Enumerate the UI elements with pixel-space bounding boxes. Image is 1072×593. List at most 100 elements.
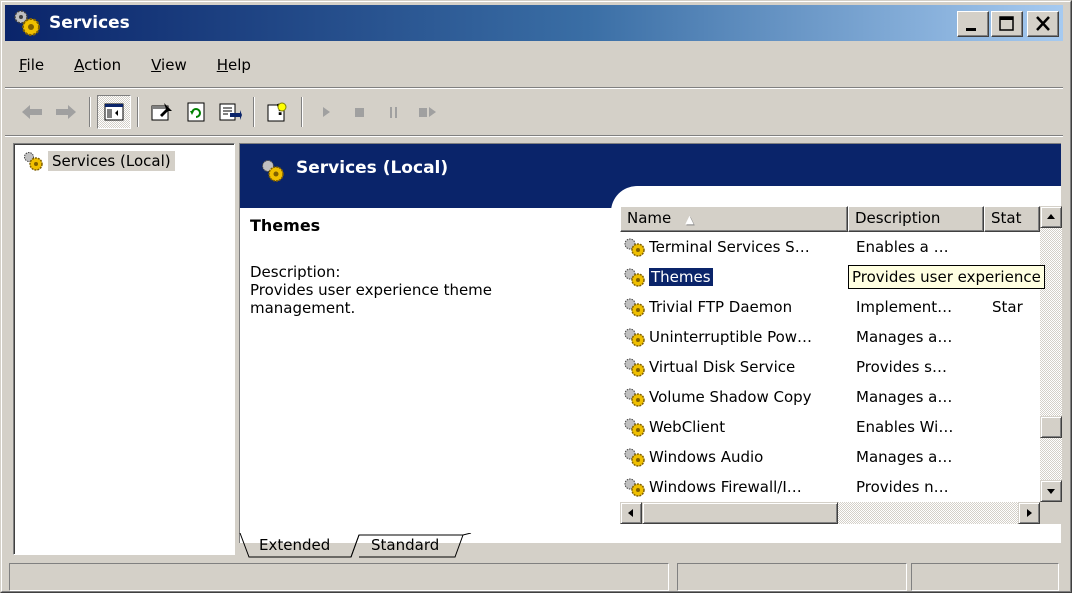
restart-service-icon <box>419 107 436 117</box>
service-name-cell: WebClient <box>620 416 848 438</box>
menu-view[interactable]: View <box>141 56 197 74</box>
service-name-cell: Uninterruptible Pow… <box>620 326 848 348</box>
service-description: Manages a… <box>856 448 953 466</box>
scroll-right-button[interactable] <box>1018 502 1040 524</box>
status-panel-main <box>9 563 669 591</box>
service-gears-icon <box>624 328 645 347</box>
properties-button[interactable] <box>145 95 179 129</box>
scroll-down-arrow-icon <box>1047 489 1055 494</box>
services-gears-icon <box>24 152 43 171</box>
tab-standard[interactable]: Standard <box>371 533 439 558</box>
service-name-cell: Terminal Services S… <box>620 236 848 258</box>
maximize-icon <box>999 16 1014 31</box>
stop-service-button[interactable] <box>343 95 377 129</box>
maximize-button[interactable] <box>991 11 1023 37</box>
refresh-button[interactable] <box>179 95 213 129</box>
list-item[interactable]: Virtual Disk Service Provides s… <box>620 352 1044 382</box>
list-item[interactable]: Terminal Services S… Enables a … <box>620 232 1044 262</box>
description-tooltip: Provides user experience <box>848 265 1045 289</box>
service-name: Terminal Services S… <box>649 238 810 256</box>
menu-help[interactable]: Help <box>207 56 261 74</box>
column-header-description[interactable]: Description <box>848 206 984 232</box>
service-name: WebClient <box>649 418 726 436</box>
toolbar: ? <box>5 91 1063 133</box>
sort-ascending-icon: ▲ <box>685 213 694 226</box>
forward-button[interactable] <box>49 95 83 129</box>
console-tree-pane: Services (Local) <box>13 143 235 555</box>
service-description: Manages a… <box>856 328 953 346</box>
list-item[interactable]: Trivial FTP Daemon Implement… Star <box>620 292 1044 322</box>
window-title: Services <box>49 13 130 33</box>
column-header-name[interactable]: Name ▲ <box>620 206 848 232</box>
scroll-thumb[interactable] <box>1040 416 1062 438</box>
services-list[interactable]: Name ▲ Description Stat Terminal Services… <box>620 206 1062 524</box>
vertical-scrollbar[interactable] <box>1040 206 1062 502</box>
start-service-button[interactable] <box>309 95 343 129</box>
back-button[interactable] <box>15 95 49 129</box>
description-line-1: Provides user experience theme <box>250 281 493 299</box>
tab-extended[interactable]: Extended <box>259 533 330 558</box>
tree-pane-border <box>14 144 234 554</box>
status-panel-3 <box>911 563 1059 591</box>
minimize-button[interactable] <box>957 11 989 37</box>
help-icon: ? <box>267 101 287 122</box>
menu-action[interactable]: Action <box>64 56 131 74</box>
export-list-button[interactable] <box>213 95 247 129</box>
menu-file[interactable]: File <box>5 56 54 74</box>
scroll-right-arrow-icon <box>1027 509 1032 517</box>
service-description: Provides s… <box>856 358 947 376</box>
list-item[interactable]: Volume Shadow Copy Manages a… <box>620 382 1044 412</box>
service-name: Themes <box>649 268 713 286</box>
service-description: Enables Wi… <box>856 418 954 436</box>
tree-item-services-local[interactable]: Services (Local) <box>22 150 175 172</box>
description-line-2: management. <box>250 299 356 317</box>
close-button[interactable] <box>1027 11 1059 37</box>
minimize-icon <box>966 28 976 31</box>
pause-service-icon <box>390 107 397 118</box>
status-bar <box>5 563 1063 591</box>
scroll-left-button[interactable] <box>620 502 642 524</box>
service-name-cell: Trivial FTP Daemon <box>620 296 848 318</box>
services-gears-icon <box>11 7 43 39</box>
title-bar[interactable]: Services <box>5 5 1063 41</box>
service-gears-icon <box>624 418 645 437</box>
service-description: Enables a … <box>856 238 949 256</box>
help-button[interactable]: ? <box>261 95 295 129</box>
service-name-cell: Themes <box>620 266 848 288</box>
show-hide-console-tree-icon <box>104 103 124 121</box>
scroll-up-button[interactable] <box>1040 206 1062 228</box>
pane-title: Services (Local) <box>296 158 449 178</box>
service-name-cell: Windows Firewall/I… <box>620 476 848 498</box>
service-name: Virtual Disk Service <box>649 358 796 376</box>
service-name-cell: Volume Shadow Copy <box>620 386 848 408</box>
service-name-cell: Virtual Disk Service <box>620 356 848 378</box>
horizontal-scrollbar[interactable] <box>620 502 1040 524</box>
caption-buttons <box>955 11 1059 37</box>
service-name: Volume Shadow Copy <box>649 388 812 406</box>
service-gears-icon <box>624 298 645 317</box>
close-icon <box>1036 16 1050 31</box>
list-item[interactable]: Themes Provides user experience <box>620 262 1045 292</box>
details-pane: Services (Local) Themes Description: Pro… <box>239 143 1062 543</box>
list-item[interactable]: Windows Firewall/I… Provides n… <box>620 472 1044 502</box>
menu-separator <box>5 87 1063 89</box>
hscroll-thumb[interactable] <box>642 502 838 524</box>
column-header-status[interactable]: Stat <box>984 206 1040 232</box>
service-name: Windows Audio <box>649 448 764 466</box>
menu-bar: File Action View Help <box>5 47 1063 83</box>
pause-service-button[interactable] <box>377 95 411 129</box>
scrollbar-corner <box>1040 502 1062 524</box>
selected-service-name: Themes <box>250 216 321 235</box>
list-item[interactable]: Uninterruptible Pow… Manages a… <box>620 322 1044 352</box>
list-item[interactable]: WebClient Enables Wi… <box>620 412 1044 442</box>
service-detail-panel: Themes Description: Provides user experi… <box>250 216 610 317</box>
restart-service-button[interactable] <box>411 95 445 129</box>
service-name: Uninterruptible Pow… <box>649 328 813 346</box>
status-panel-2 <box>677 563 907 591</box>
list-item[interactable]: Windows Audio Manages a… <box>620 442 1044 472</box>
tree-item-label: Services (Local) <box>48 151 175 171</box>
properties-icon <box>151 103 172 121</box>
scroll-down-button[interactable] <box>1040 480 1062 502</box>
show-hide-tree-button[interactable] <box>97 95 131 129</box>
service-description: Implement… <box>856 298 953 316</box>
